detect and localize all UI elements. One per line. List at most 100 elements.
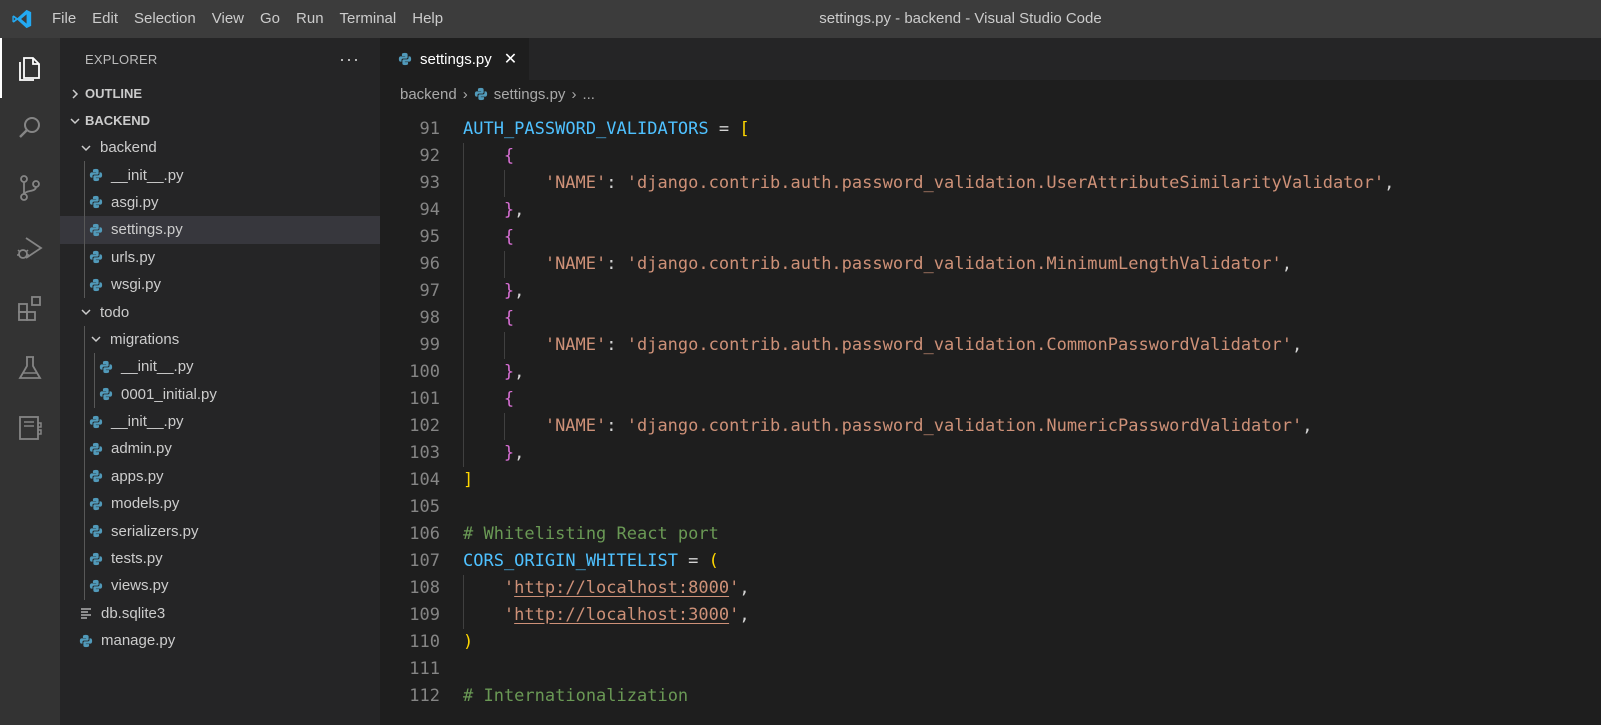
tree-file-0001-initial-py[interactable]: 0001_initial.py (60, 380, 380, 408)
indent-guide (84, 380, 85, 408)
chevron-down-icon (78, 143, 94, 153)
outline-section-header[interactable]: OUTLINE (60, 80, 380, 107)
tree-file-settings-py[interactable]: settings.py (60, 216, 380, 244)
explorer-icon[interactable] (0, 38, 60, 98)
tree-item-label: apps.py (111, 467, 164, 485)
tree-file-init-py[interactable]: __init__.py (60, 161, 380, 189)
line-number: 109 (409, 605, 440, 625)
line-number: 100 (409, 362, 440, 382)
close-icon[interactable]: ✕ (504, 49, 517, 69)
tree-item-label: __init__.py (111, 413, 184, 431)
python-file-icon (88, 195, 104, 209)
code-line: 101 { (380, 386, 1601, 413)
code-token: ' (503, 605, 515, 625)
code-line: 96 'NAME': 'django.contrib.auth.password_… (380, 251, 1601, 278)
indent-guide (84, 188, 85, 217)
code-line: 94}, (380, 197, 1601, 224)
python-file-icon (88, 579, 104, 593)
indent-guide (503, 332, 505, 359)
code-token: ' (729, 578, 740, 598)
code-token[interactable]: http://localhost:3000 (514, 605, 729, 625)
indent-guide (84, 325, 85, 354)
tree-item-label: backend (100, 139, 157, 157)
tab-settings-py[interactable]: settings.py ✕ (380, 38, 530, 80)
tree-item-label: __init__.py (111, 166, 184, 184)
testing-icon[interactable] (0, 338, 60, 398)
code-token: 'django.contrib.auth.password_validation… (626, 173, 1385, 193)
notebook-icon[interactable] (0, 398, 60, 458)
tree-item-label: asgi.py (111, 193, 159, 211)
code-token: ' (503, 578, 515, 598)
indent-guide (84, 407, 85, 436)
line-number: 95 (419, 227, 440, 247)
indent-guide (463, 197, 464, 224)
indent-guide (84, 353, 85, 381)
indent-guide (84, 243, 85, 271)
code-token: } (503, 443, 515, 463)
code-token: = (708, 119, 740, 139)
code-token: } (503, 362, 515, 382)
tree-item-label: settings.py (111, 221, 183, 239)
source-control-icon[interactable] (0, 158, 60, 218)
tree-folder-todo[interactable]: todo (60, 298, 380, 325)
tree-file-views-py[interactable]: views.py (60, 572, 380, 600)
line-number: 98 (419, 308, 440, 328)
menu-item-view[interactable]: View (204, 0, 252, 38)
tree-file-serializers-py[interactable]: serializers.py (60, 517, 380, 545)
code-token: : (606, 173, 627, 193)
code-line: 105 (380, 494, 1601, 521)
menu-item-run[interactable]: Run (288, 0, 332, 38)
tree-file-wsgi-py[interactable]: wsgi.py (60, 270, 380, 299)
tree-file-asgi-py[interactable]: asgi.py (60, 188, 380, 217)
code-token: , (1302, 416, 1313, 436)
menu-item-edit[interactable]: Edit (84, 0, 126, 38)
code-editor[interactable]: 91 AUTH_PASSWORD_VALIDATORS = [92{93 'NAME… (380, 108, 1601, 725)
menu-item-selection[interactable]: Selection (126, 0, 204, 38)
breadcrumb-file[interactable]: settings.py (494, 86, 566, 103)
tree-file-urls-py[interactable]: urls.py (60, 243, 380, 271)
code-token: : (606, 335, 627, 355)
tree-file-models-py[interactable]: models.py (60, 490, 380, 518)
code-line: 107 CORS_ORIGIN_WHITELIST = ( (380, 548, 1601, 575)
line-number: 92 (419, 146, 440, 166)
tree-file-manage-py[interactable]: manage.py (60, 627, 380, 654)
menu-item-file[interactable]: File (44, 0, 84, 38)
code-line: 111 (380, 656, 1601, 683)
tree-folder-migrations[interactable]: migrations (60, 325, 380, 354)
python-file-icon (88, 497, 104, 511)
tree-file-admin-py[interactable]: admin.py (60, 435, 380, 463)
tree-folder-backend[interactable]: backend (60, 134, 380, 161)
indent-guide (463, 332, 464, 359)
menu-item-go[interactable]: Go (252, 0, 288, 38)
extensions-icon[interactable] (0, 278, 60, 338)
search-icon[interactable] (0, 98, 60, 158)
tree-file-apps-py[interactable]: apps.py (60, 462, 380, 491)
tree-file-db-sqlite3[interactable]: db.sqlite3 (60, 600, 380, 627)
tree-item-label: todo (100, 303, 130, 321)
code-token: AUTH_PASSWORD_VALIDATORS (463, 119, 709, 139)
tree-file-tests-py[interactable]: tests.py (60, 544, 380, 573)
breadcrumb-folder[interactable]: backend (400, 86, 457, 103)
indent-guide (84, 435, 85, 463)
run-debug-icon[interactable] (0, 218, 60, 278)
project-section-header[interactable]: BACKEND (60, 107, 380, 134)
tree-file-init-py[interactable]: __init__.py (60, 353, 380, 381)
indent-guide (503, 413, 505, 440)
python-file-icon (88, 552, 104, 566)
breadcrumb-more[interactable]: ... (582, 86, 595, 103)
code-line: 108 'http://localhost:8000', (380, 575, 1601, 602)
menu-item-terminal[interactable]: Terminal (332, 0, 405, 38)
tree-item-label: models.py (111, 495, 180, 513)
menu-item-help[interactable]: Help (404, 0, 451, 38)
code-token: : (606, 254, 627, 274)
editor-tabs: settings.py ✕ (380, 38, 1601, 80)
indent-guide (463, 305, 464, 332)
code-token: { (503, 308, 515, 328)
code-token[interactable]: http://localhost:8000 (514, 578, 729, 598)
code-line: 97}, (380, 278, 1601, 305)
more-actions-icon[interactable]: ··· (339, 49, 360, 70)
file-lines-icon (78, 607, 94, 619)
tree-file-init-py[interactable]: __init__.py (60, 407, 380, 436)
project-section-label: BACKEND (85, 113, 150, 128)
code-line: 99 'NAME': 'django.contrib.auth.password_… (380, 332, 1601, 359)
